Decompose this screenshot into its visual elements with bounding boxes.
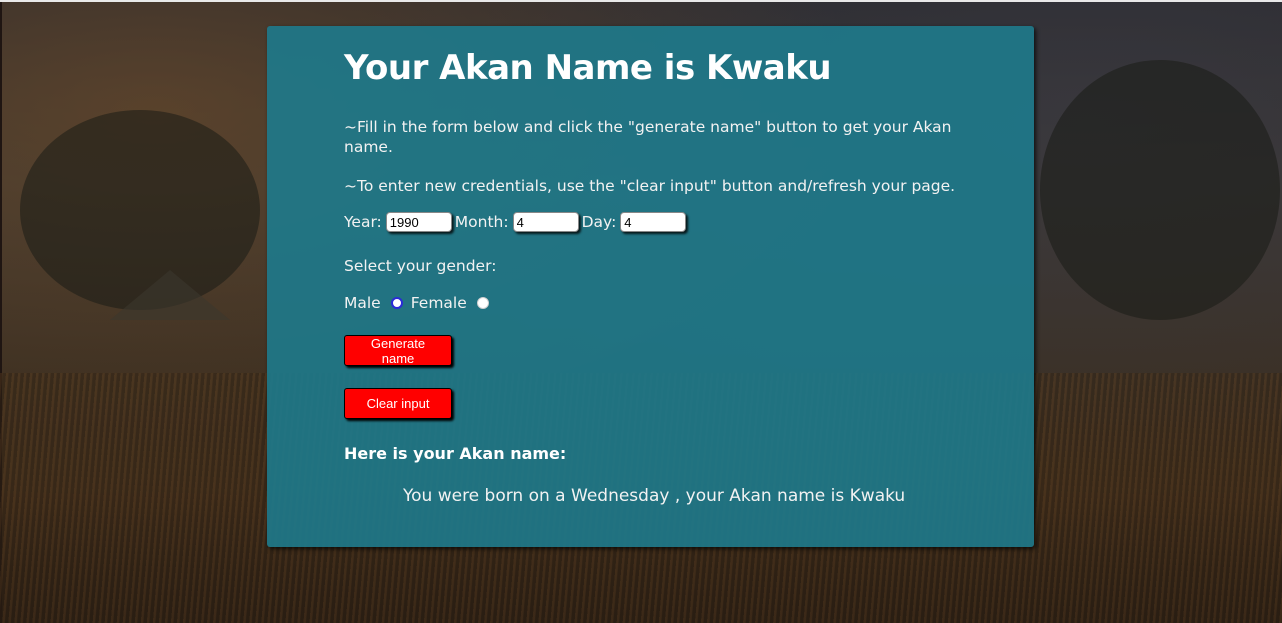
male-label: Male (344, 294, 381, 312)
background-hut (110, 270, 230, 320)
result-heading: Here is your Akan name: (344, 444, 567, 463)
akan-name-card: Your Akan Name is Kwaku ~Fill in the for… (267, 26, 1034, 547)
female-radio[interactable] (476, 297, 489, 309)
result-message: You were born on a Wednesday , your Akan… (403, 486, 906, 506)
month-label: Month: (454, 213, 509, 231)
male-radio[interactable] (390, 297, 403, 309)
instruction-text-2: ~To enter new credentials, use the "clea… (344, 177, 956, 195)
page-title: Your Akan Name is Kwaku (344, 48, 832, 88)
generate-name-button[interactable]: Generate name (344, 335, 452, 366)
date-input-row: Year: Month: Day: (344, 212, 689, 232)
day-label: Day: (581, 213, 617, 231)
month-input[interactable] (512, 212, 579, 232)
clear-input-button[interactable]: Clear input (344, 388, 452, 419)
browser-top-edge (0, 0, 1282, 2)
year-label: Year: (344, 213, 382, 231)
background-tree (1040, 60, 1280, 320)
gender-radio-group: Male Female (344, 294, 495, 312)
female-label: Female (410, 294, 467, 312)
year-input[interactable] (385, 212, 452, 232)
day-input[interactable] (620, 212, 687, 232)
instruction-text-1: ~Fill in the form below and click the "g… (344, 118, 952, 156)
gender-prompt: Select your gender: (344, 257, 497, 275)
